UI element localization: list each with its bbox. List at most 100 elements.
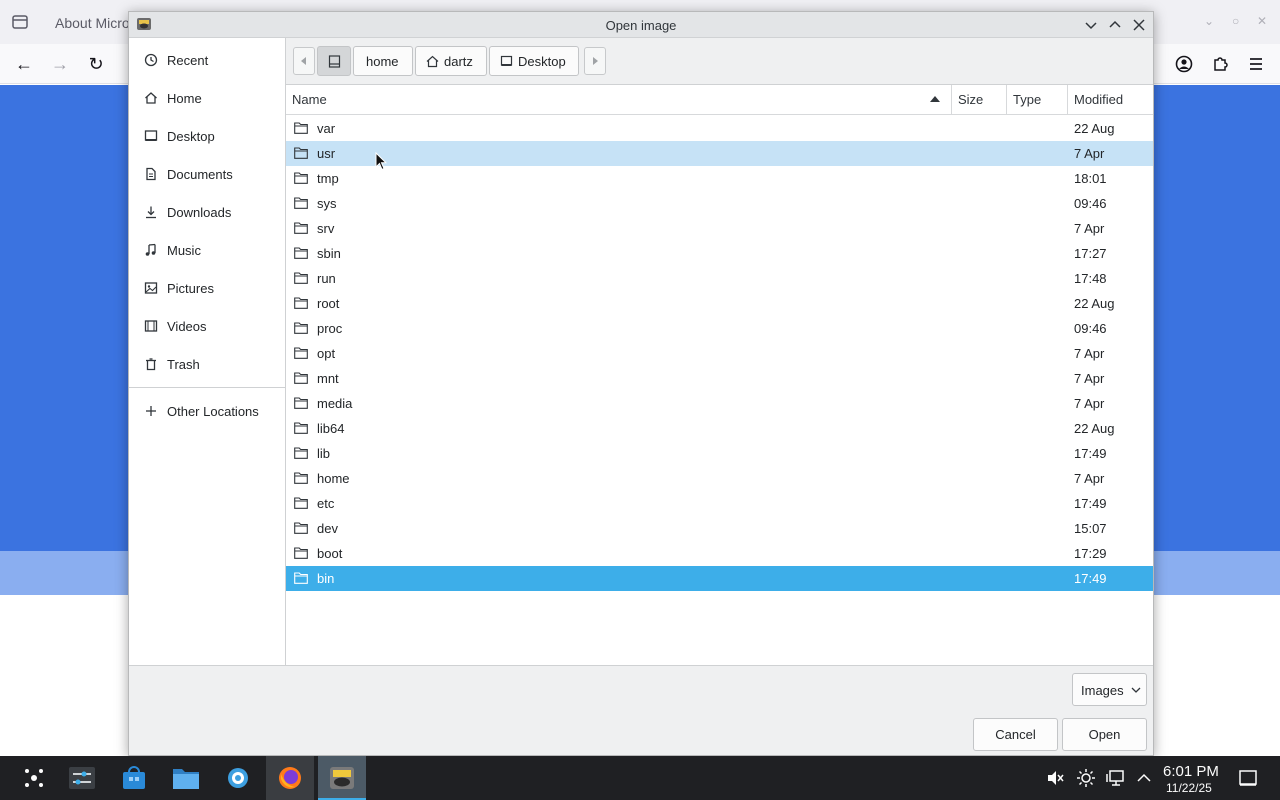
open-button[interactable]: Open [1062,718,1147,751]
file-modified: 09:46 [1074,321,1107,336]
close-icon[interactable]: ✕ [1257,14,1267,28]
file-modified: 7 Apr [1074,221,1105,236]
sidebar-item-other-locations[interactable]: Other Locations [129,393,285,431]
taskbar-store-app[interactable] [110,756,158,800]
file-modified: 09:46 [1074,196,1107,211]
column-header-type[interactable]: Type [1013,92,1041,107]
cancel-button[interactable]: Cancel [973,718,1058,751]
sidebar-item-documents[interactable]: Documents [129,156,285,194]
folder-icon [294,272,308,284]
sidebar-item-downloads[interactable]: Downloads [129,194,285,232]
taskbar-files-app[interactable] [162,756,210,800]
taskbar-settings-app[interactable] [58,756,106,800]
folder-icon [294,572,308,584]
column-separator [1067,85,1068,115]
menu-icon[interactable] [1246,54,1266,74]
file-row[interactable]: mnt 7 Apr [286,366,1153,391]
path-segment-label: Desktop [518,54,566,69]
close-icon[interactable] [1130,16,1148,34]
file-modified: 17:49 [1074,446,1107,461]
file-name: bin [317,571,335,586]
sidebar-item-label: Trash [167,357,200,372]
file-row[interactable]: opt 7 Apr [286,341,1153,366]
chevron-up-icon[interactable] [1134,768,1154,788]
account-icon[interactable] [1174,54,1194,74]
path-segment-desktop[interactable]: Desktop [489,46,579,76]
taskbar-system-settings-app[interactable] [214,756,262,800]
file-row[interactable]: lib64 22 Aug [286,416,1153,441]
file-row[interactable]: sbin 17:27 [286,241,1153,266]
file-modified: 7 Apr [1074,146,1105,161]
app-launcher-button[interactable] [10,756,58,800]
sidebar-item-recent[interactable]: Recent [129,42,285,80]
sidebar-item-trash[interactable]: Trash [129,346,285,384]
sidebar-item-desktop[interactable]: Desktop [129,118,285,156]
path-root-button[interactable] [317,46,351,76]
dialog-titlebar: Open image [129,12,1153,38]
clock-time[interactable]: 6:01 PM [1163,763,1219,780]
back-arrow-icon[interactable]: ← [14,54,34,74]
file-row[interactable]: home 7 Apr [286,466,1153,491]
music-icon [145,243,156,256]
clock-icon [144,53,158,67]
file-type-filter[interactable]: Images [1072,673,1147,706]
sidebar-item-label: Recent [167,53,209,68]
file-name: sbin [317,246,341,261]
notifications-icon[interactable] [1238,768,1258,788]
sidebar-item-label: Other Locations [167,404,259,419]
forward-arrow-icon[interactable]: → [50,54,70,74]
browser-tab-title[interactable]: About Micro [55,15,130,31]
file-row[interactable]: tmp 18:01 [286,166,1153,191]
file-row[interactable]: var 22 Aug [286,116,1153,141]
path-scroll-right-button[interactable] [584,47,606,75]
sidebar-item-videos[interactable]: Videos [129,308,285,346]
maximize-icon[interactable] [1106,16,1124,34]
launcher-icon [25,769,43,787]
file-row[interactable]: sys 09:46 [286,191,1153,216]
file-row[interactable]: srv 7 Apr [286,216,1153,241]
taskbar-firefox-app[interactable] [266,756,314,800]
file-name: var [317,121,336,136]
file-name: home [317,471,350,486]
brightness-icon[interactable] [1076,768,1096,788]
taskbar-image-editor-app[interactable] [318,756,366,800]
column-header-name[interactable]: Name [292,92,327,107]
clock-date[interactable]: 11/22/25 [1166,781,1212,795]
column-header-size[interactable]: Size [958,92,983,107]
network-icon[interactable] [1106,768,1126,788]
file-row[interactable]: lib 17:49 [286,441,1153,466]
chevron-down-icon [1131,687,1141,693]
file-name: opt [317,346,336,361]
path-segment-dartz[interactable]: dartz [415,46,487,76]
file-name: mnt [317,371,339,386]
maximize-icon[interactable]: ○ [1232,14,1239,28]
file-row[interactable]: root 22 Aug [286,291,1153,316]
path-segment-home[interactable]: home [353,46,413,76]
file-row[interactable]: etc 17:49 [286,491,1153,516]
file-row[interactable]: run 17:48 [286,266,1153,291]
reload-icon[interactable]: ↻ [86,54,106,74]
path-bar: home dartz Desktop [286,38,1153,84]
sidebar-item-home[interactable]: Home [129,80,285,118]
chevron-down-icon[interactable]: ⌄ [1204,14,1214,28]
minimize-icon[interactable] [1082,16,1100,34]
file-row[interactable]: dev 15:07 [286,516,1153,541]
folder-icon [294,322,308,334]
file-row[interactable]: boot 17:29 [286,541,1153,566]
dialog-title: Open image [605,18,677,33]
file-row[interactable]: bin 17:49 [286,566,1153,591]
file-row[interactable]: usr 7 Apr [286,141,1153,166]
file-modified: 7 Apr [1074,396,1105,411]
volume-muted-icon[interactable] [1045,768,1065,788]
file-row[interactable]: proc 09:46 [286,316,1153,341]
open-image-dialog: Open image Recent Home Desktop Documents… [128,11,1154,756]
path-scroll-left-button[interactable] [293,47,315,75]
sidebar-item-music[interactable]: Music [129,232,285,270]
tab-list-icon[interactable] [11,14,29,30]
file-row[interactable]: media 7 Apr [286,391,1153,416]
file-name: sys [317,196,337,211]
sidebar-item-pictures[interactable]: Pictures [129,270,285,308]
sidebar-item-label: Music [167,243,201,258]
extensions-icon[interactable] [1210,54,1230,74]
column-header-modified[interactable]: Modified [1074,92,1123,107]
